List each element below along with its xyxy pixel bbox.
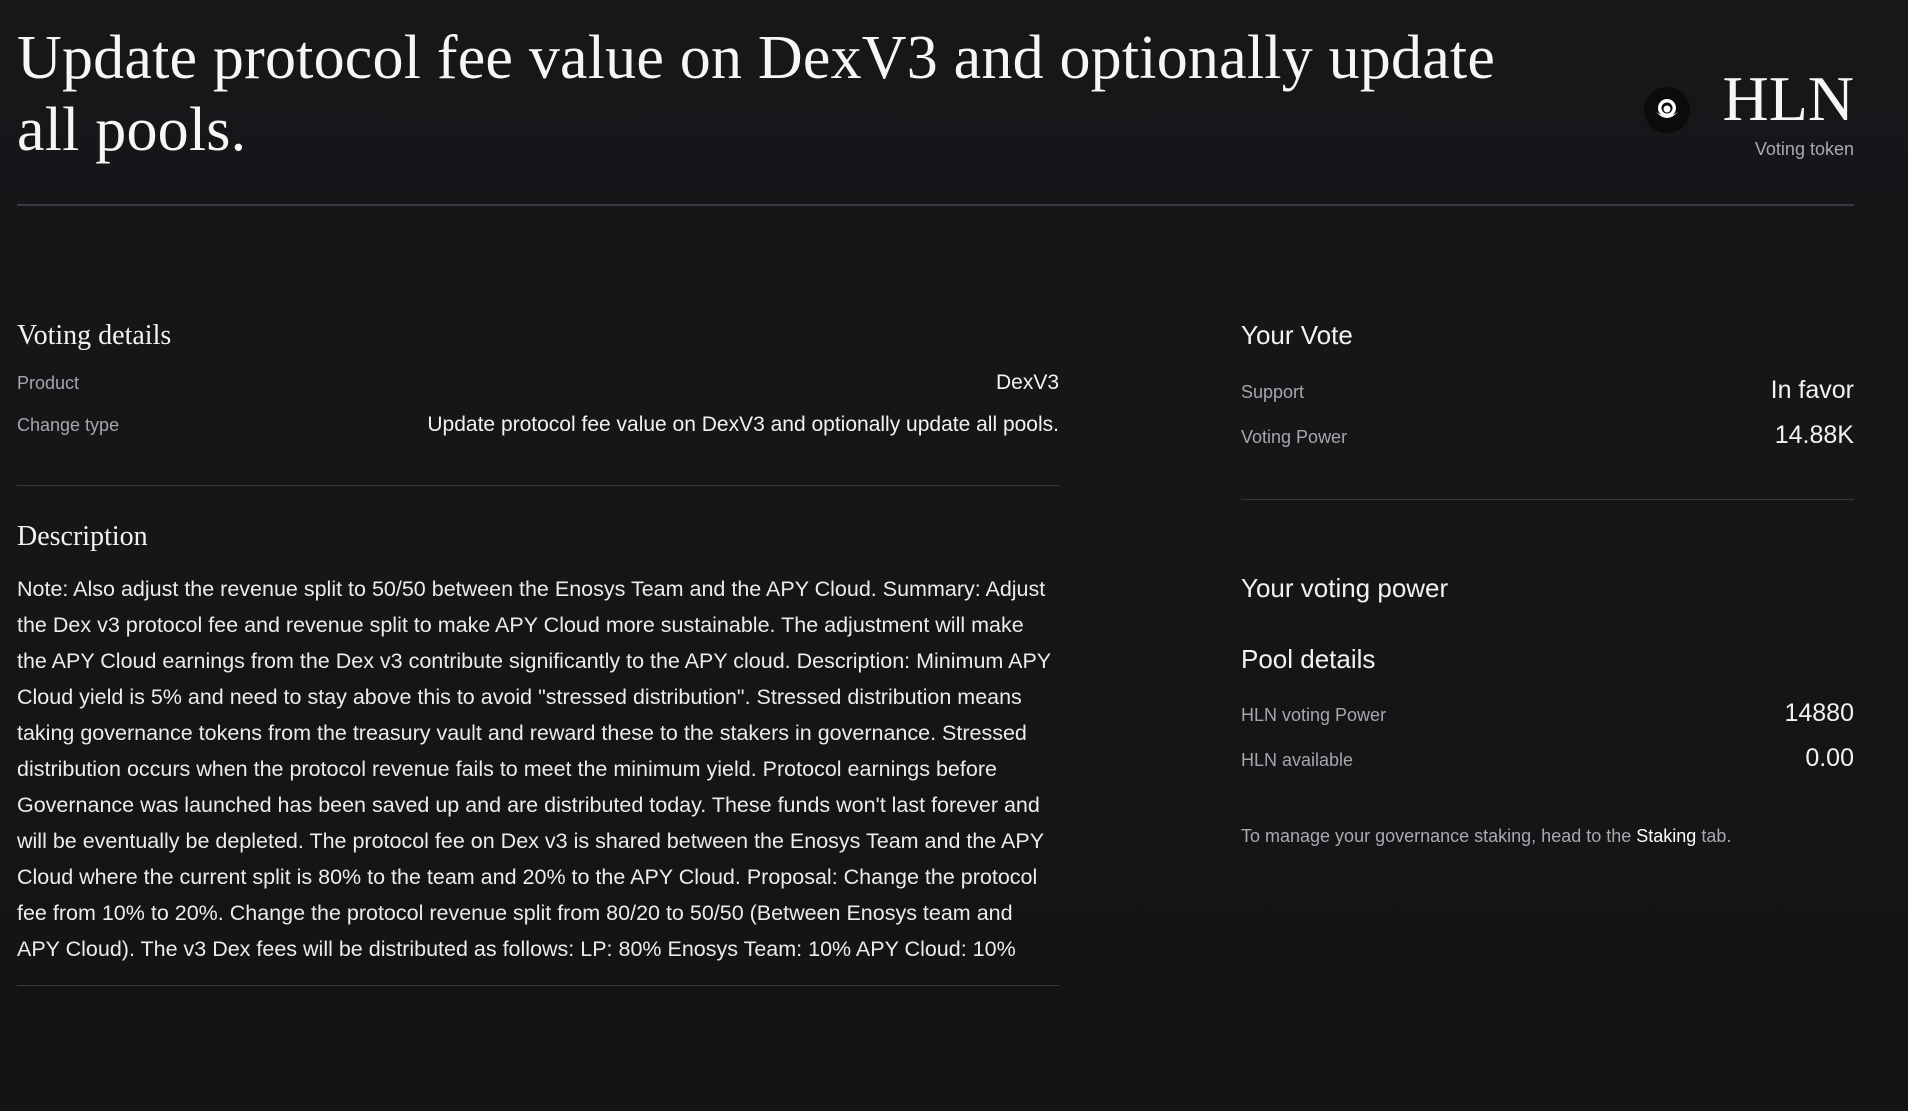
product-label: Product — [17, 373, 80, 393]
detail-row-change-type: Change type Update protocol fee value on… — [17, 413, 1059, 437]
staking-note: To manage your governance staking, head … — [1241, 826, 1854, 847]
your-vote-divider — [1241, 499, 1854, 500]
page-title: Update protocol fee value on DexV3 and o… — [17, 24, 1496, 164]
your-vote-heading: Your Vote — [1241, 320, 1353, 350]
detail-row-product: Product DexV3 — [17, 371, 1059, 395]
staking-note-suffix: tab. — [1701, 826, 1732, 846]
vote-row-voting-power: Voting Power 14.88K — [1241, 421, 1854, 450]
your-vote-column: Your Vote Support In favor Voting Power … — [1241, 320, 1854, 847]
token-caption: Voting token — [1754, 139, 1854, 159]
token-symbol: HLN — [1722, 63, 1854, 134]
voting-token-block: HLN Voting token — [1644, 46, 1854, 166]
voting-power-value: 14.88K — [1774, 421, 1854, 449]
voting-power-label: Voting Power — [1241, 427, 1348, 447]
description-heading: Description — [17, 521, 148, 552]
hln-voting-power-label: HLN voting Power — [1241, 705, 1387, 725]
hln-voting-power-value: 14880 — [1784, 699, 1854, 727]
change-type-label: Change type — [17, 415, 120, 435]
pool-row-voting-power: HLN voting Power 14880 — [1241, 699, 1854, 728]
voting-details-divider — [17, 485, 1059, 486]
vote-row-support: Support In favor — [1241, 376, 1854, 405]
pool-row-available: HLN available 0.00 — [1241, 744, 1854, 773]
hln-available-value: 0.00 — [1805, 744, 1854, 772]
description-divider — [17, 985, 1059, 986]
proposal-details-column: Voting details Product DexV3 Change type… — [17, 320, 1059, 986]
staking-note-prefix: To manage your governance staking, head … — [1241, 826, 1632, 846]
pool-details-heading: Pool details — [1241, 644, 1376, 674]
hln-available-label: HLN available — [1241, 750, 1354, 770]
page-header: Update protocol fee value on DexV3 and o… — [17, 22, 1854, 206]
support-value: In favor — [1770, 376, 1854, 404]
support-label: Support — [1241, 382, 1305, 402]
voting-details-heading: Voting details — [17, 320, 172, 351]
hln-token-icon — [1644, 87, 1690, 133]
staking-tab-link[interactable]: Staking — [1636, 826, 1696, 846]
description-text: Note: Also adjust the revenue split to 5… — [17, 577, 1051, 961]
product-value: DexV3 — [995, 371, 1059, 394]
header-divider — [17, 204, 1854, 206]
change-type-value: Update protocol fee value on DexV3 and o… — [427, 413, 1059, 436]
your-voting-power-heading: Your voting power — [1241, 573, 1449, 603]
